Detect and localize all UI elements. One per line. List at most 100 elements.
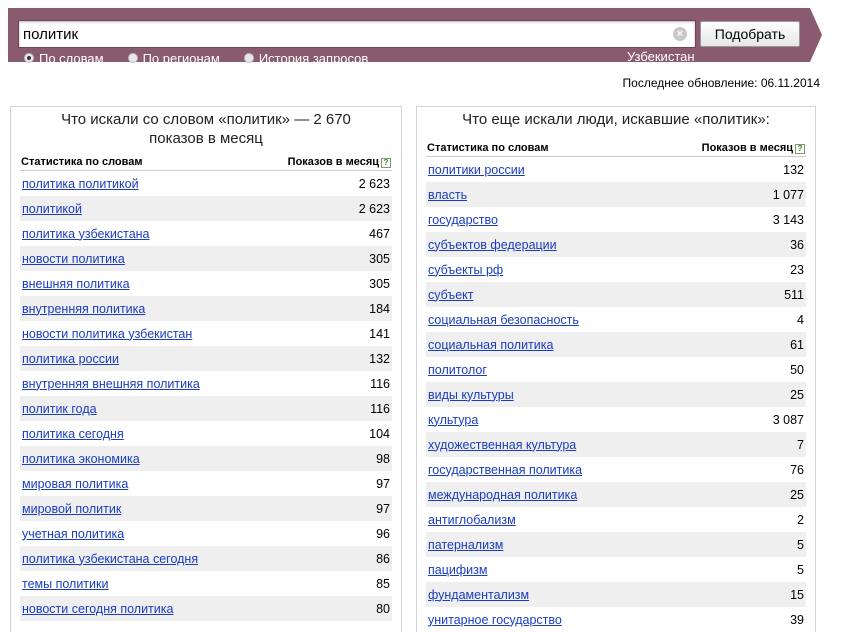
impressions-count: 1 077 bbox=[772, 187, 804, 202]
impressions-count: 97 bbox=[376, 476, 390, 491]
impressions-count: 7 bbox=[797, 437, 804, 452]
query-link[interactable]: пацифизм bbox=[428, 563, 487, 577]
clear-icon[interactable]: × bbox=[673, 27, 687, 41]
impressions-count: 97 bbox=[376, 501, 390, 516]
table-row: политика сегодня 104 bbox=[20, 421, 392, 446]
query-link[interactable]: внешняя политика bbox=[22, 277, 130, 291]
impressions-count: 2 bbox=[797, 512, 804, 527]
table-row: культура 3 087 bbox=[426, 407, 806, 432]
query-link[interactable]: субъекты рф bbox=[428, 263, 503, 277]
query-link[interactable]: власть bbox=[428, 188, 467, 202]
panel-title: Что еще искали люди, искавшие «политик»: bbox=[462, 111, 770, 128]
search-header: × Подобрать По словам По регионам Истори… bbox=[8, 8, 810, 66]
also-searched-panel: Что еще искали люди, искавшие «политик»:… bbox=[416, 106, 816, 632]
query-link[interactable]: социальная безопасность bbox=[428, 313, 579, 327]
query-link[interactable]: внутренняя внешняя политика bbox=[22, 377, 200, 391]
query-link[interactable]: субъект bbox=[428, 288, 473, 302]
query-link[interactable]: фундаментализм bbox=[428, 588, 529, 602]
impressions-count: 132 bbox=[783, 162, 804, 177]
query-link[interactable]: политика политикой bbox=[22, 177, 139, 191]
impressions-count: 36 bbox=[790, 237, 804, 252]
impressions-count: 4 bbox=[797, 312, 804, 327]
impressions-count: 25 bbox=[790, 487, 804, 502]
query-link[interactable]: учетная политика bbox=[22, 527, 124, 541]
help-icon[interactable]: ? bbox=[381, 158, 391, 168]
query-link[interactable]: новости сегодня политика bbox=[22, 602, 173, 616]
table-row: власть 1 077 bbox=[426, 182, 806, 207]
query-link[interactable]: патернализм bbox=[428, 538, 503, 552]
mode-by-regions[interactable]: По регионам bbox=[127, 50, 220, 66]
table-row: субъект 511 bbox=[426, 282, 806, 307]
query-link[interactable]: художественная культура bbox=[428, 438, 576, 452]
radio-icon[interactable] bbox=[243, 53, 254, 63]
table-row: субъектов федерации 36 bbox=[426, 232, 806, 257]
table-row: мировая политика 97 bbox=[20, 471, 392, 496]
impressions-count: 5 bbox=[797, 537, 804, 552]
table-row: новости политика узбекистан 141 bbox=[20, 321, 392, 346]
search-input[interactable] bbox=[23, 23, 663, 45]
query-link[interactable]: внутренняя политика bbox=[22, 302, 145, 316]
query-link[interactable]: мировой политик bbox=[22, 502, 121, 516]
table-row: политикой 2 623 bbox=[20, 196, 392, 221]
query-link[interactable]: политика узбекистана bbox=[22, 227, 150, 241]
radio-icon[interactable] bbox=[127, 53, 138, 63]
impressions-count: 3 143 bbox=[772, 212, 804, 227]
submit-button[interactable]: Подобрать bbox=[700, 21, 800, 47]
query-link[interactable]: виды культуры bbox=[428, 388, 514, 402]
impressions-count: 3 087 bbox=[772, 412, 804, 427]
last-update: Последнее обновление: 06.11.2014 bbox=[622, 76, 820, 90]
query-link[interactable]: политикой bbox=[22, 202, 82, 216]
region-selector[interactable]: Узбекистан bbox=[627, 50, 695, 65]
query-link[interactable]: антиглобализм bbox=[428, 513, 516, 527]
impressions-count: 2 623 bbox=[358, 201, 390, 216]
help-icon[interactable]: ? bbox=[795, 144, 805, 154]
column-count: Показов в месяц? bbox=[288, 153, 391, 170]
query-link[interactable]: политика узбекистана сегодня bbox=[22, 552, 198, 566]
query-link[interactable]: культура bbox=[428, 413, 478, 427]
query-link[interactable]: политика сегодня bbox=[22, 427, 124, 441]
query-link[interactable]: политики россии bbox=[428, 163, 525, 177]
impressions-count: 86 bbox=[376, 551, 390, 566]
query-link[interactable]: политика экономика bbox=[22, 452, 140, 466]
table-header: Статистика по словам Показов в месяц? bbox=[20, 153, 392, 171]
impressions-count: 305 bbox=[369, 276, 390, 291]
impressions-count: 15 bbox=[790, 587, 804, 602]
query-link[interactable]: политолог bbox=[428, 363, 487, 377]
query-link[interactable]: темы политики bbox=[22, 577, 108, 591]
table-row: политолог 50 bbox=[426, 357, 806, 382]
query-link[interactable]: государство bbox=[428, 213, 498, 227]
table-header: Статистика по словам Показов в месяц? bbox=[426, 139, 806, 157]
query-link[interactable]: государственная политика bbox=[428, 463, 582, 477]
query-link[interactable]: новости политика узбекистан bbox=[22, 327, 192, 341]
query-link[interactable]: унитарное государство bbox=[428, 613, 562, 627]
table-row: внутренняя политика 184 bbox=[20, 296, 392, 321]
table-row: патернализм 5 bbox=[426, 532, 806, 557]
query-link[interactable]: субъектов федерации bbox=[428, 238, 557, 252]
query-link[interactable]: мировая политика bbox=[22, 477, 128, 491]
query-link[interactable]: новости политика bbox=[22, 252, 125, 266]
search-box[interactable]: × bbox=[18, 20, 696, 48]
impressions-count: 141 bbox=[369, 326, 390, 341]
table-row: политика экономика 98 bbox=[20, 446, 392, 471]
impressions-count: 116 bbox=[370, 401, 390, 416]
table-row: художественная культура 7 bbox=[426, 432, 806, 457]
query-link[interactable]: политик года bbox=[22, 402, 97, 416]
query-link[interactable]: политика россии bbox=[22, 352, 119, 366]
query-link[interactable]: международная политика bbox=[428, 488, 577, 502]
stats-table: Статистика по словам Показов в месяц? по… bbox=[20, 153, 392, 621]
panel-title: Что искали со словом «политик» — 2 670 п… bbox=[61, 111, 351, 147]
impressions-count: 76 bbox=[790, 462, 804, 477]
radio-selected-icon[interactable] bbox=[24, 53, 34, 63]
mode-by-words[interactable]: По словам bbox=[24, 50, 104, 66]
table-row: политика политикой 2 623 bbox=[20, 171, 392, 196]
table-row: внешняя политика 305 bbox=[20, 271, 392, 296]
table-row: антиглобализм 2 bbox=[426, 507, 806, 532]
table-row: государство 3 143 bbox=[426, 207, 806, 232]
table-row: субъекты рф 23 bbox=[426, 257, 806, 282]
mode-query-history[interactable]: История запросов bbox=[243, 50, 368, 66]
table-row: политика россии 132 bbox=[20, 346, 392, 371]
table-row: государственная политика 76 bbox=[426, 457, 806, 482]
table-row: политик года 116 bbox=[20, 396, 392, 421]
query-link[interactable]: социальная политика bbox=[428, 338, 553, 352]
table-row: политика узбекистана сегодня 86 bbox=[20, 546, 392, 571]
